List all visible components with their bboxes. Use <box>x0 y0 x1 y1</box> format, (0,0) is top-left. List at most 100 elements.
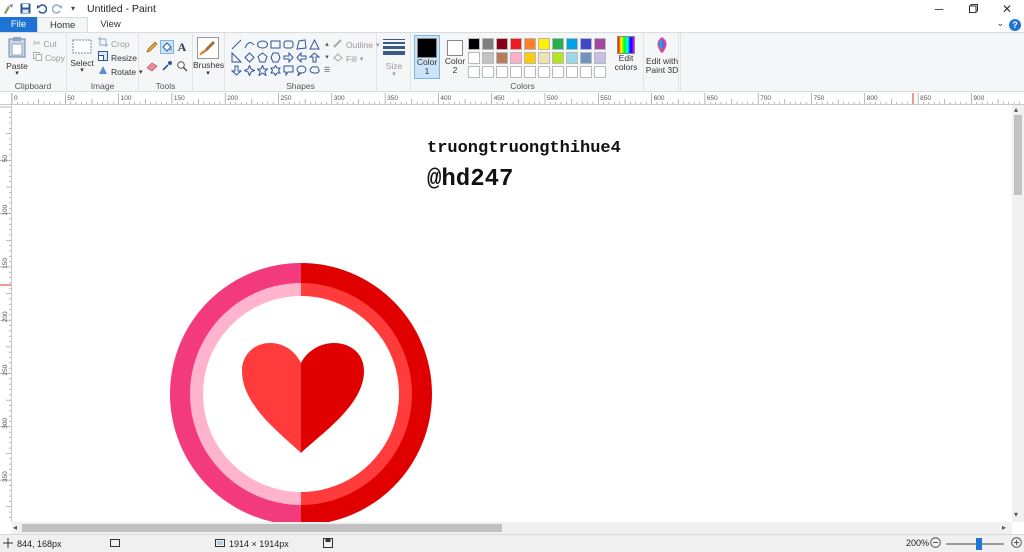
select-dropdown-icon[interactable]: ▾ <box>70 67 94 74</box>
diamond-shape-icon[interactable] <box>243 51 255 63</box>
palette-swatch[interactable] <box>580 38 592 50</box>
palette-swatch[interactable] <box>552 66 564 78</box>
select-button[interactable]: Select ▾ <box>70 39 94 74</box>
palette-swatch[interactable] <box>468 52 480 64</box>
redo-icon[interactable] <box>51 3 63 15</box>
palette-swatch[interactable] <box>510 66 522 78</box>
tab-home[interactable]: Home <box>37 17 89 32</box>
palette-swatch[interactable] <box>566 52 578 64</box>
palette-swatch[interactable] <box>496 38 508 50</box>
pencil-tool[interactable] <box>145 40 159 54</box>
palette-swatch[interactable] <box>468 66 480 78</box>
shapes-more-icon[interactable]: ☰ <box>321 64 333 76</box>
five-point-star-shape-icon[interactable] <box>256 64 268 76</box>
left-arrow-shape-icon[interactable] <box>295 51 307 63</box>
cloud-callout-shape-icon[interactable] <box>308 64 320 76</box>
color-palette[interactable] <box>468 38 606 78</box>
size-group[interactable]: Size ▾ <box>377 33 411 92</box>
help-icon[interactable]: ? <box>1009 19 1021 31</box>
palette-swatch[interactable] <box>524 52 536 64</box>
palette-swatch[interactable] <box>566 38 578 50</box>
scroll-down-icon[interactable]: ▾ <box>1014 510 1018 519</box>
resize-button[interactable]: Resize <box>98 51 137 64</box>
color1-button[interactable]: Color 1 <box>414 35 440 79</box>
palette-swatch[interactable] <box>594 66 606 78</box>
eraser-tool[interactable] <box>145 59 159 73</box>
save-icon[interactable] <box>19 3 31 15</box>
palette-swatch[interactable] <box>510 38 522 50</box>
up-arrow-shape-icon[interactable] <box>308 51 320 63</box>
palette-swatch[interactable] <box>580 52 592 64</box>
palette-swatch[interactable] <box>552 38 564 50</box>
paint3d-group[interactable]: Edit with Paint 3D <box>643 33 679 92</box>
pentagon-shape-icon[interactable] <box>256 51 268 63</box>
palette-swatch[interactable] <box>524 66 536 78</box>
copy-button[interactable]: Copy <box>33 52 65 64</box>
color2-button[interactable]: Color 2 <box>442 35 468 77</box>
palette-swatch[interactable] <box>510 52 522 64</box>
palette-swatch[interactable] <box>538 38 550 50</box>
edit-colors-button[interactable]: Edit colors <box>611 36 641 72</box>
close-button[interactable]: ✕ <box>990 0 1024 17</box>
tab-file[interactable]: File <box>0 17 37 32</box>
triangle-shape-icon[interactable] <box>308 38 320 50</box>
right-arrow-shape-icon[interactable] <box>282 51 294 63</box>
shapes-gallery[interactable]: ▴ ▾ ☰ <box>230 38 333 76</box>
curve-shape-icon[interactable] <box>243 38 255 50</box>
palette-swatch[interactable] <box>580 66 592 78</box>
hexagon-shape-icon[interactable] <box>269 51 281 63</box>
minimize-button[interactable]: ─ <box>922 0 956 17</box>
palette-swatch[interactable] <box>482 52 494 64</box>
rectangular-callout-shape-icon[interactable] <box>282 64 294 76</box>
vertical-scrollbar[interactable]: ▴ ▾ <box>1012 105 1024 522</box>
magnifier-tool[interactable] <box>175 59 189 73</box>
four-point-star-shape-icon[interactable] <box>243 64 255 76</box>
rounded-rectangle-shape-icon[interactable] <box>282 38 294 50</box>
canvas-area[interactable]: truongtruongthihue4 @hd247 <box>12 105 1012 522</box>
right-triangle-shape-icon[interactable] <box>230 51 242 63</box>
fill-button[interactable]: Fill ▾ <box>333 52 363 65</box>
paste-button[interactable]: Paste ▾ <box>5 36 29 77</box>
oval-callout-shape-icon[interactable] <box>295 64 307 76</box>
brushes-dropdown-icon[interactable]: ▾ <box>193 69 223 77</box>
polygon-shape-icon[interactable] <box>295 38 307 50</box>
drawing-canvas[interactable]: truongtruongthihue4 @hd247 <box>12 105 1012 522</box>
zoom-slider-track[interactable] <box>946 543 1004 545</box>
scroll-up-icon[interactable]: ▴ <box>1014 105 1018 114</box>
zoom-out-icon[interactable] <box>930 537 941 548</box>
fill-tool[interactable] <box>160 40 174 54</box>
palette-swatch[interactable] <box>496 66 508 78</box>
crop-button[interactable]: Crop <box>98 37 129 50</box>
collapse-ribbon-icon[interactable]: ⌄ <box>996 18 1004 29</box>
horizontal-scrollbar[interactable]: ◂ ▸ <box>12 522 1012 534</box>
cut-button[interactable]: ✂ Cut <box>33 38 57 49</box>
paste-dropdown-icon[interactable]: ▾ <box>5 70 29 77</box>
brushes-group[interactable]: Brushes ▾ <box>193 33 225 92</box>
zoom-slider-thumb[interactable] <box>976 538 982 550</box>
color-picker-tool[interactable] <box>160 59 174 73</box>
down-arrow-shape-icon[interactable] <box>230 64 242 76</box>
rotate-button[interactable]: Rotate ▾ <box>98 65 143 78</box>
palette-swatch[interactable] <box>538 52 550 64</box>
outline-button[interactable]: Outline ▾ <box>333 38 379 51</box>
line-shape-icon[interactable] <box>230 38 242 50</box>
six-point-star-shape-icon[interactable] <box>269 64 281 76</box>
oval-shape-icon[interactable] <box>256 38 268 50</box>
horizontal-scroll-thumb[interactable] <box>22 524 502 532</box>
rectangle-shape-icon[interactable] <box>269 38 281 50</box>
palette-swatch[interactable] <box>524 38 536 50</box>
vertical-scroll-thumb[interactable] <box>1014 115 1022 195</box>
palette-swatch[interactable] <box>566 66 578 78</box>
undo-icon[interactable] <box>35 3 47 15</box>
palette-swatch[interactable] <box>496 52 508 64</box>
shapes-scroll-down-icon[interactable]: ▾ <box>321 51 333 63</box>
palette-swatch[interactable] <box>538 66 550 78</box>
shapes-scroll-up-icon[interactable]: ▴ <box>321 38 333 50</box>
palette-swatch[interactable] <box>482 38 494 50</box>
palette-swatch[interactable] <box>482 66 494 78</box>
text-tool[interactable]: A <box>175 40 189 54</box>
palette-swatch[interactable] <box>594 38 606 50</box>
zoom-in-icon[interactable] <box>1011 537 1022 548</box>
palette-swatch[interactable] <box>594 52 606 64</box>
palette-swatch[interactable] <box>468 38 480 50</box>
